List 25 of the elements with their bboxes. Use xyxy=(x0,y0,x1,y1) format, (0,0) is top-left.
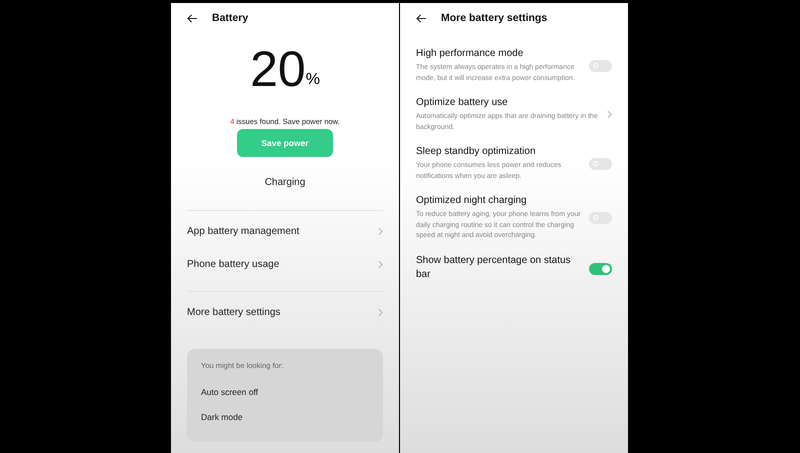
setting-title: Optimize battery use xyxy=(416,96,509,110)
toggle-switch[interactable] xyxy=(589,158,612,170)
back-arrow-icon[interactable] xyxy=(416,14,427,22)
setting-title: Optimized night charging xyxy=(416,194,528,208)
chevron-icon[interactable] xyxy=(607,110,612,119)
setting-title: Show battery percentage on status bar xyxy=(416,254,572,282)
screen-title: More battery settings xyxy=(441,12,548,24)
percent-sign: % xyxy=(306,71,320,89)
suggestion-link[interactable]: Auto screen off xyxy=(201,380,369,405)
toggle-switch[interactable] xyxy=(589,262,612,274)
setting-title: Sleep standby optimization xyxy=(416,145,537,159)
chevron-icon xyxy=(378,260,383,269)
charging-status: Charging xyxy=(264,177,306,188)
suggestion-link[interactable]: Dark mode xyxy=(201,405,369,430)
battery-percentage: 20 xyxy=(250,43,306,95)
settings-item[interactable]: Phone battery usage xyxy=(187,248,383,281)
chevron-icon xyxy=(378,227,383,236)
back-arrow-icon[interactable] xyxy=(187,14,198,22)
toggle-switch[interactable] xyxy=(589,60,612,72)
chevron-icon xyxy=(378,308,383,317)
setting-title: High performance mode xyxy=(416,47,524,61)
settings-item[interactable]: App battery management xyxy=(187,215,383,248)
screen-title: Battery xyxy=(212,12,248,24)
toggle-switch[interactable] xyxy=(589,212,612,224)
settings-item[interactable]: More battery settings xyxy=(187,296,383,329)
